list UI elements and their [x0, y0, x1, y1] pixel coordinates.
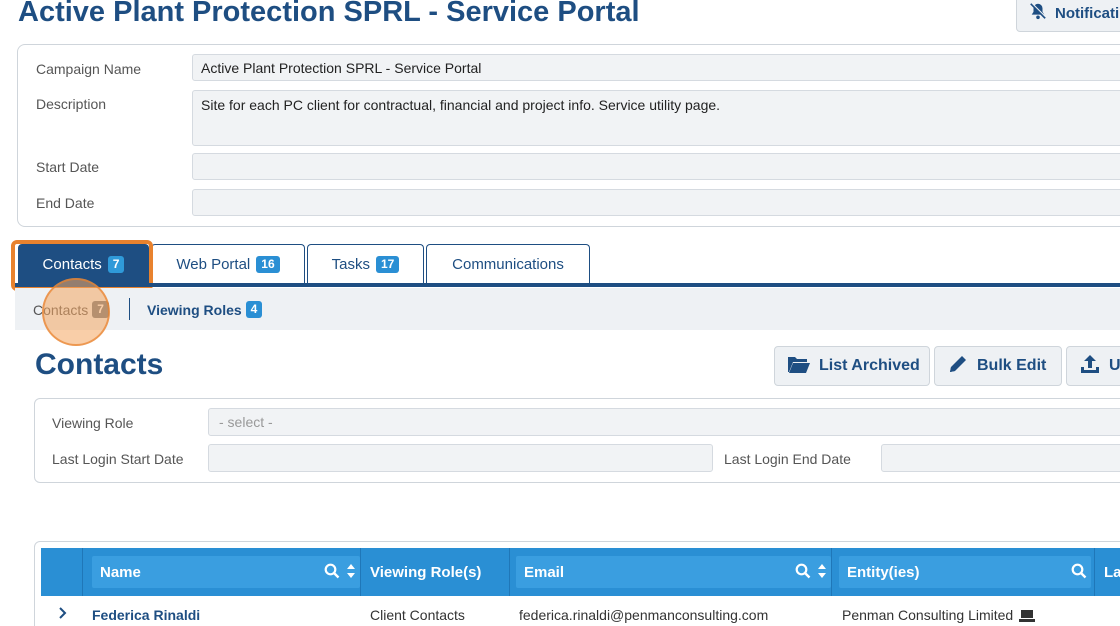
- subnav-label: Viewing Roles: [147, 301, 242, 318]
- contact-role: Client Contacts: [370, 607, 465, 623]
- description-label: Description: [36, 96, 107, 112]
- search-icon[interactable]: [324, 563, 340, 583]
- description-field[interactable]: Site for each PC client for contractual,…: [192, 90, 1120, 146]
- column-divider: [82, 548, 83, 596]
- search-icon[interactable]: [795, 563, 811, 583]
- column-header-name[interactable]: Name: [92, 556, 360, 588]
- click-indicator: [42, 278, 110, 346]
- contact-name[interactable]: Federica Rinaldi: [92, 607, 200, 623]
- table-header: Name Viewing Role(s) Email Entity(ies) L…: [41, 548, 1120, 596]
- column-header-entities[interactable]: Entity(ies): [839, 556, 1091, 588]
- contacts-table: Name Viewing Role(s) Email Entity(ies) L…: [34, 541, 1120, 626]
- sort-icon[interactable]: [346, 563, 356, 583]
- login-end-label: Last Login End Date: [724, 451, 851, 467]
- column-header-last-login[interactable]: La: [1104, 556, 1120, 588]
- notifications-button[interactable]: Notificati: [1016, 0, 1120, 32]
- column-label: Email: [524, 563, 565, 581]
- divider: [129, 298, 130, 320]
- column-label: Name: [100, 563, 141, 581]
- notifications-label: Notificati: [1055, 4, 1120, 22]
- tab-label: Tasks: [331, 256, 370, 273]
- bulk-edit-label: Bulk Edit: [977, 357, 1047, 374]
- upload-button[interactable]: U: [1066, 346, 1120, 386]
- upload-icon: [1079, 353, 1101, 380]
- sub-navigation: Contacts 7 Viewing Roles 4: [15, 288, 1120, 330]
- search-icon[interactable]: [1071, 563, 1087, 583]
- start-date-field[interactable]: [192, 153, 1120, 180]
- upload-label: U: [1109, 357, 1120, 374]
- count-badge: 4: [245, 301, 263, 318]
- campaign-name-field[interactable]: Active Plant Protection SPRL - Service P…: [192, 54, 1120, 81]
- list-archived-button[interactable]: List Archived: [774, 346, 930, 386]
- sort-icon[interactable]: [817, 563, 827, 583]
- subnav-viewing-roles[interactable]: Viewing Roles 4: [147, 301, 263, 318]
- chevron-right-icon[interactable]: [57, 605, 69, 624]
- tab-web-portal[interactable]: Web Portal 16: [151, 244, 305, 284]
- end-date-label: End Date: [36, 195, 95, 211]
- tab-label: Communications: [452, 256, 564, 273]
- count-badge: 16: [256, 256, 280, 273]
- column-header-email[interactable]: Email: [516, 556, 831, 588]
- viewing-role-select[interactable]: - select -: [208, 408, 1120, 436]
- contact-email: federica.rinaldi@penmanconsulting.com: [519, 607, 769, 623]
- login-end-field[interactable]: [881, 444, 1120, 472]
- column-label: Entity(ies): [847, 563, 920, 581]
- pencil-icon: [947, 353, 969, 380]
- bulk-edit-button[interactable]: Bulk Edit: [934, 346, 1062, 386]
- tab-tasks[interactable]: Tasks 17: [307, 244, 424, 284]
- viewing-role-label: Viewing Role: [52, 415, 134, 431]
- column-header-viewing-roles[interactable]: Viewing Role(s): [370, 556, 481, 588]
- end-date-field[interactable]: [192, 189, 1120, 216]
- filter-panel: Viewing Role - select - Last Login Start…: [34, 398, 1120, 483]
- tab-communications[interactable]: Communications: [426, 244, 590, 284]
- login-start-label: Last Login Start Date: [52, 451, 184, 467]
- list-archived-label: List Archived: [819, 357, 920, 374]
- table-row[interactable]: Federica Rinaldi Client Contacts federic…: [41, 602, 1120, 626]
- campaign-name-label: Campaign Name: [36, 61, 142, 77]
- bell-slash-icon: [1029, 2, 1047, 24]
- campaign-details-panel: Campaign Name Active Plant Protection SP…: [17, 44, 1120, 227]
- column-divider: [831, 548, 832, 596]
- tab-underline: [15, 283, 1120, 287]
- count-badge: 17: [375, 256, 400, 273]
- tab-label: Web Portal: [176, 256, 251, 273]
- page-title: Active Plant Protection SPRL - Service P…: [18, 0, 640, 28]
- section-title: Contacts: [35, 348, 164, 381]
- contact-entity: Penman Consulting Limited: [842, 607, 1014, 623]
- column-divider: [360, 548, 361, 596]
- folder-open-icon: [787, 354, 811, 379]
- column-divider: [509, 548, 510, 596]
- start-date-label: Start Date: [36, 159, 100, 175]
- laptop-icon: [1019, 609, 1035, 626]
- login-start-field[interactable]: [208, 444, 713, 472]
- column-divider: [1094, 548, 1095, 596]
